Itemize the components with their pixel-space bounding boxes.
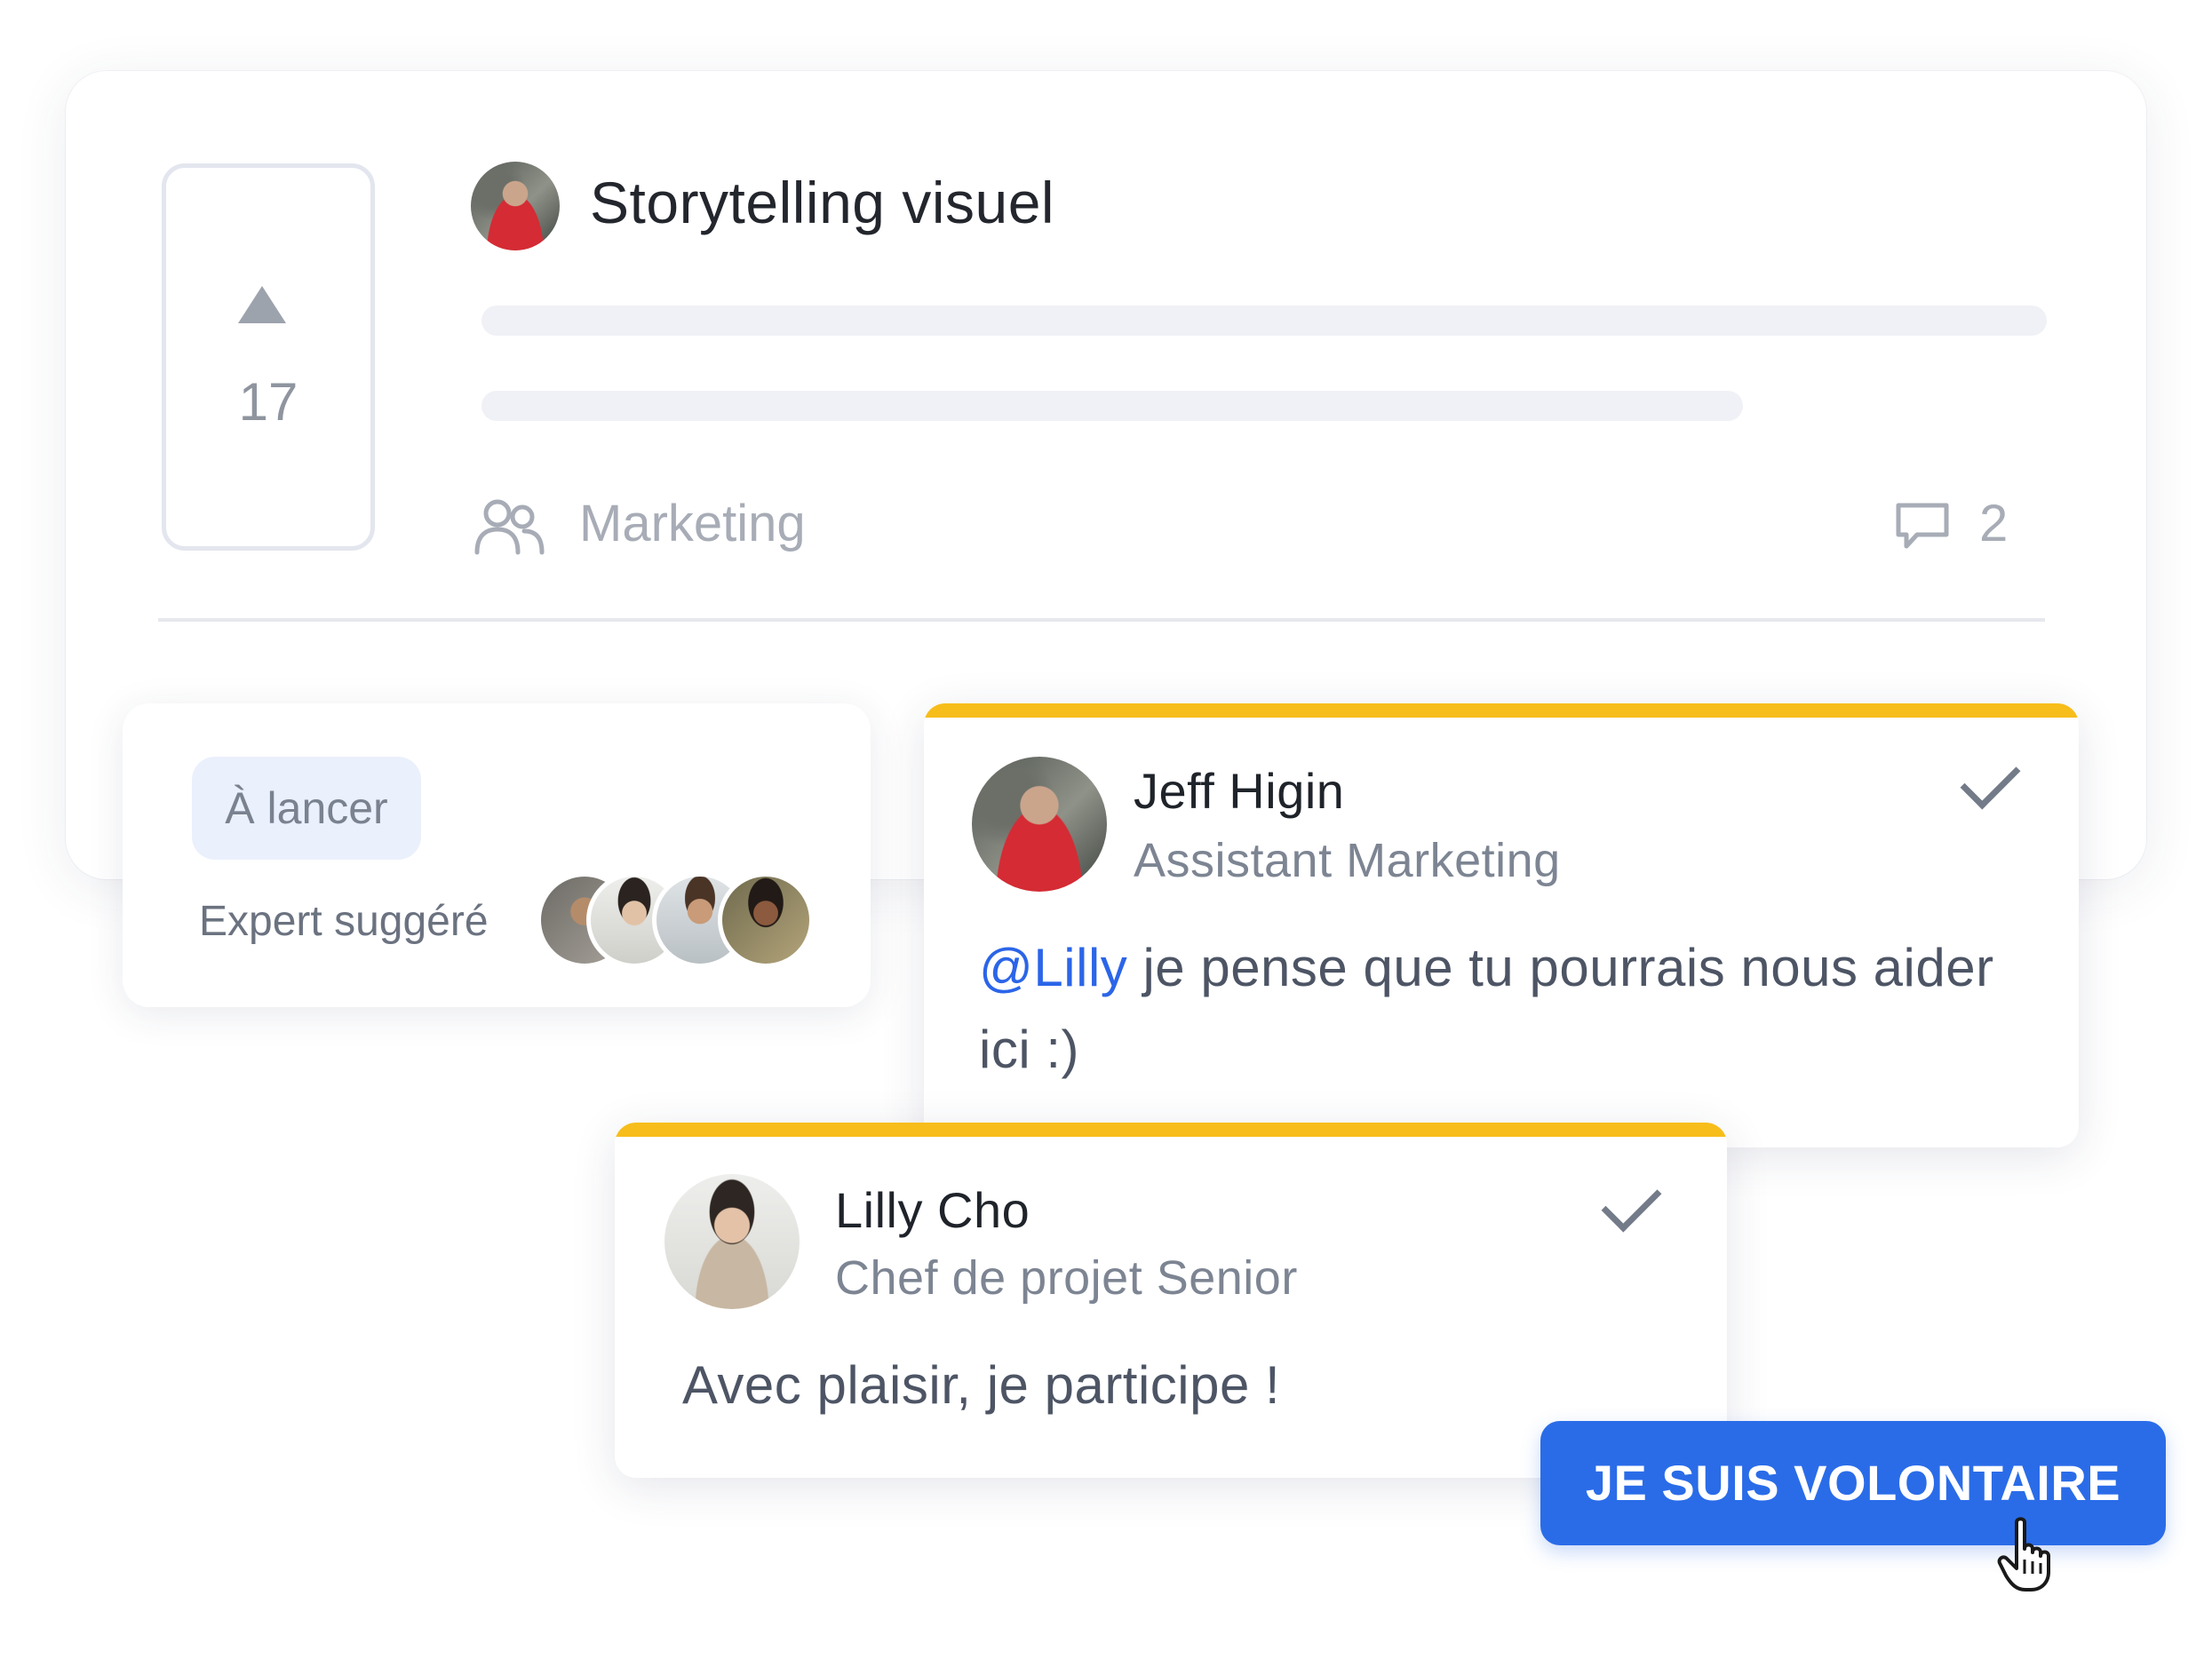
comment-text: @Lilly je pense que tu pourrais nous aid… [979,938,1994,1079]
volunteer-button[interactable]: JE SUIS VOLONTAIRE [1540,1421,2166,1545]
comment-count[interactable]: 2 [1979,494,2008,553]
team-label[interactable]: Marketing [579,494,806,553]
commenter-role: Assistant Marketing [1134,834,1561,887]
comment-highlight-bar [924,703,2079,718]
hand-cursor-icon [1997,1517,2050,1592]
upvote-triangle-icon[interactable] [238,286,286,323]
suggested-expert-label: Expert suggéré [199,898,489,945]
description-placeholder-line [481,391,1743,421]
commenter-avatar [972,757,1107,892]
status-badge[interactable]: À lancer [192,757,421,860]
commenter-name: Lilly Cho [835,1182,1030,1238]
commenter-name: Jeff Higin [1134,763,1345,819]
comment-highlight-bar [615,1123,1727,1137]
team-icon [474,499,545,555]
author-avatar [471,162,560,250]
commenter-role: Chef de projet Senior [835,1251,1298,1305]
comment-bubble-icon[interactable] [1894,501,1951,551]
expert-avatar[interactable] [718,872,814,968]
divider [158,618,2045,622]
upvote-box[interactable] [162,163,375,551]
idea-title[interactable]: Storytelling visuel [590,169,1054,236]
commenter-avatar [664,1174,800,1309]
vote-count: 17 [238,372,298,432]
comment-text: Avec plaisir, je participe ! [682,1355,1281,1415]
mention-link[interactable]: @Lilly [979,938,1127,997]
description-placeholder-line [481,306,2047,336]
